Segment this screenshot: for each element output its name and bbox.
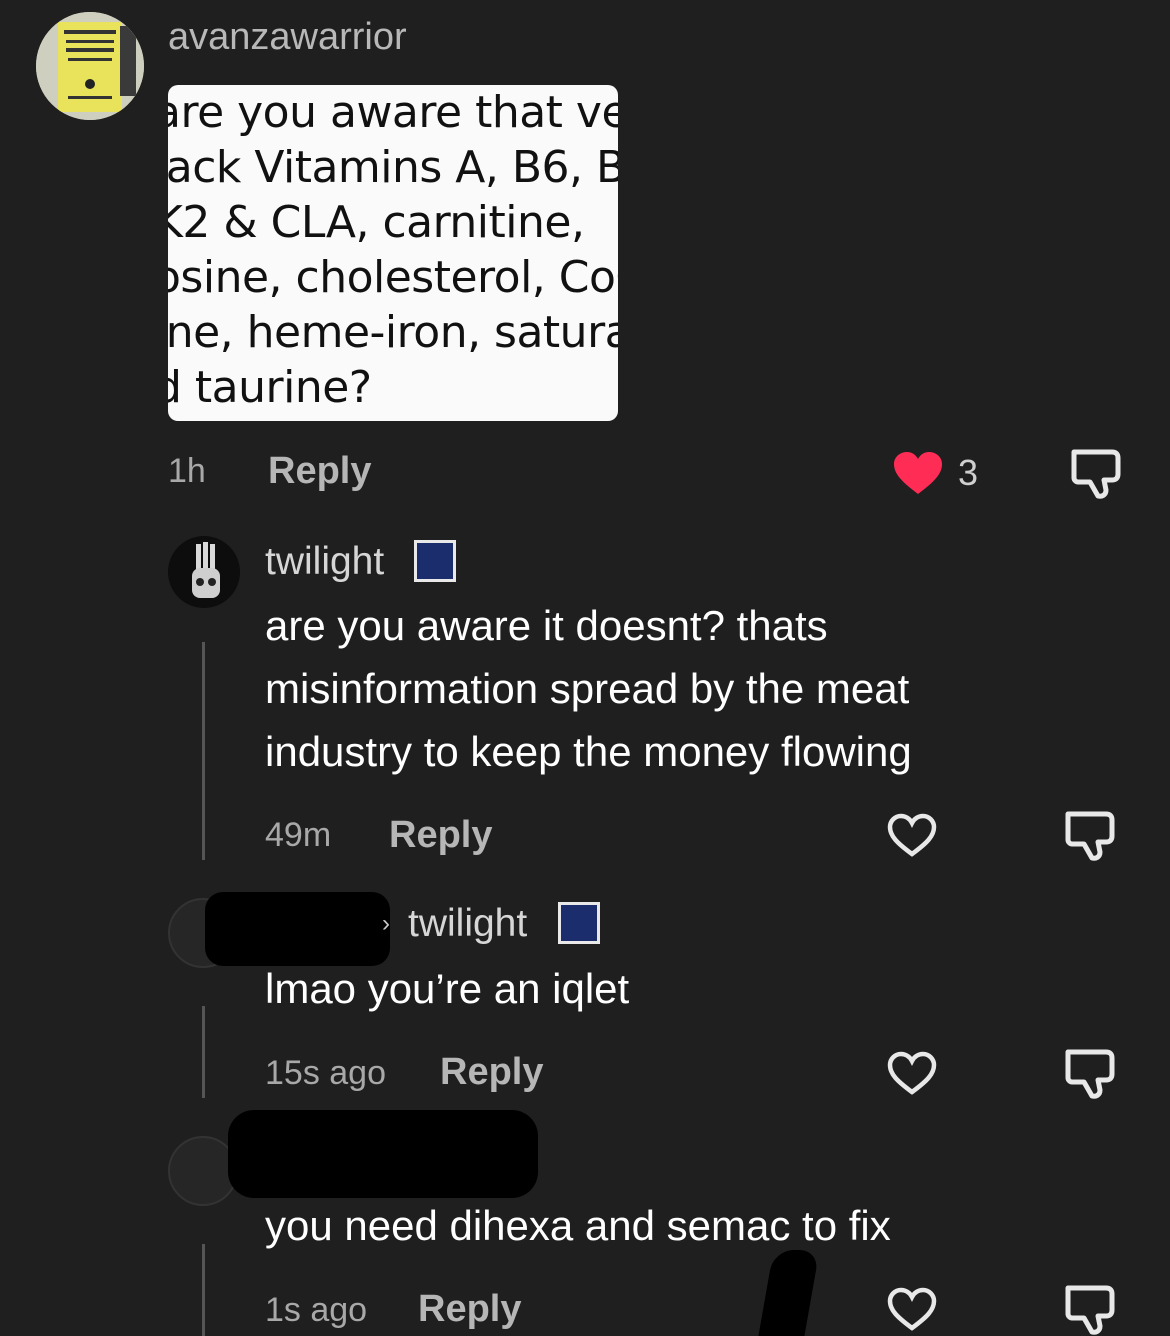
reply-button[interactable]: Reply (268, 450, 371, 493)
dislike-icon[interactable] (1070, 448, 1124, 500)
reply-text: are you aware it doesnt? thats misinform… (265, 602, 912, 775)
reply-button[interactable]: Reply (418, 1288, 521, 1331)
reply-time: 15s ago (265, 1054, 386, 1092)
like-count: 3 (958, 452, 979, 493)
heart-outline-icon[interactable] (886, 1286, 938, 1332)
avatar[interactable] (168, 536, 240, 608)
redacted-username (205, 892, 390, 966)
image-text-line: lack Vitamins A, B6, B (168, 142, 618, 193)
avatar[interactable] (36, 12, 144, 120)
reply-time: 49m (265, 816, 332, 854)
sparkle-badge-icon (414, 540, 456, 582)
thread-line (202, 1244, 205, 1336)
comment-image[interactable]: are you aware that ve lack Vitamins A, B… (168, 85, 618, 421)
redaction-mark (758, 1250, 820, 1336)
image-text-line: ine, heme-iron, satura (168, 307, 618, 358)
dislike-icon[interactable] (1064, 1284, 1118, 1336)
heart-outline-icon[interactable] (886, 812, 938, 858)
thread-line (202, 1006, 205, 1098)
reply-username[interactable]: twilight (265, 540, 384, 584)
reply-text: you need dihexa and semac to fix (265, 1202, 891, 1249)
image-text-line: K2 & CLA, carnitine, (168, 197, 585, 248)
reply-button[interactable]: Reply (440, 1051, 543, 1094)
redacted-username (228, 1110, 538, 1198)
heart-filled-icon[interactable] (892, 450, 944, 496)
heart-outline-icon[interactable] (886, 1050, 938, 1096)
dislike-icon[interactable] (1064, 1048, 1118, 1100)
image-text-line: d taurine? (168, 362, 372, 413)
avatar-image (36, 12, 144, 120)
sparkle-badge-icon (558, 902, 600, 944)
reply-time: 1s ago (265, 1291, 368, 1329)
thread-line (202, 642, 205, 860)
reply-text: lmao you’re an iqlet (265, 965, 630, 1012)
reply-arrow-icon: › (382, 910, 390, 937)
dislike-icon[interactable] (1064, 810, 1118, 862)
comment-time: 1h (168, 452, 206, 490)
avatar-image (168, 536, 240, 608)
reply-button[interactable]: Reply (389, 814, 492, 857)
comment-username[interactable]: avanzawarrior (168, 16, 407, 59)
reply-to-username[interactable]: twilight (408, 902, 527, 946)
image-text-line: osine, cholesterol, CoQ (168, 252, 618, 303)
image-text-line: are you aware that ve (168, 87, 618, 138)
